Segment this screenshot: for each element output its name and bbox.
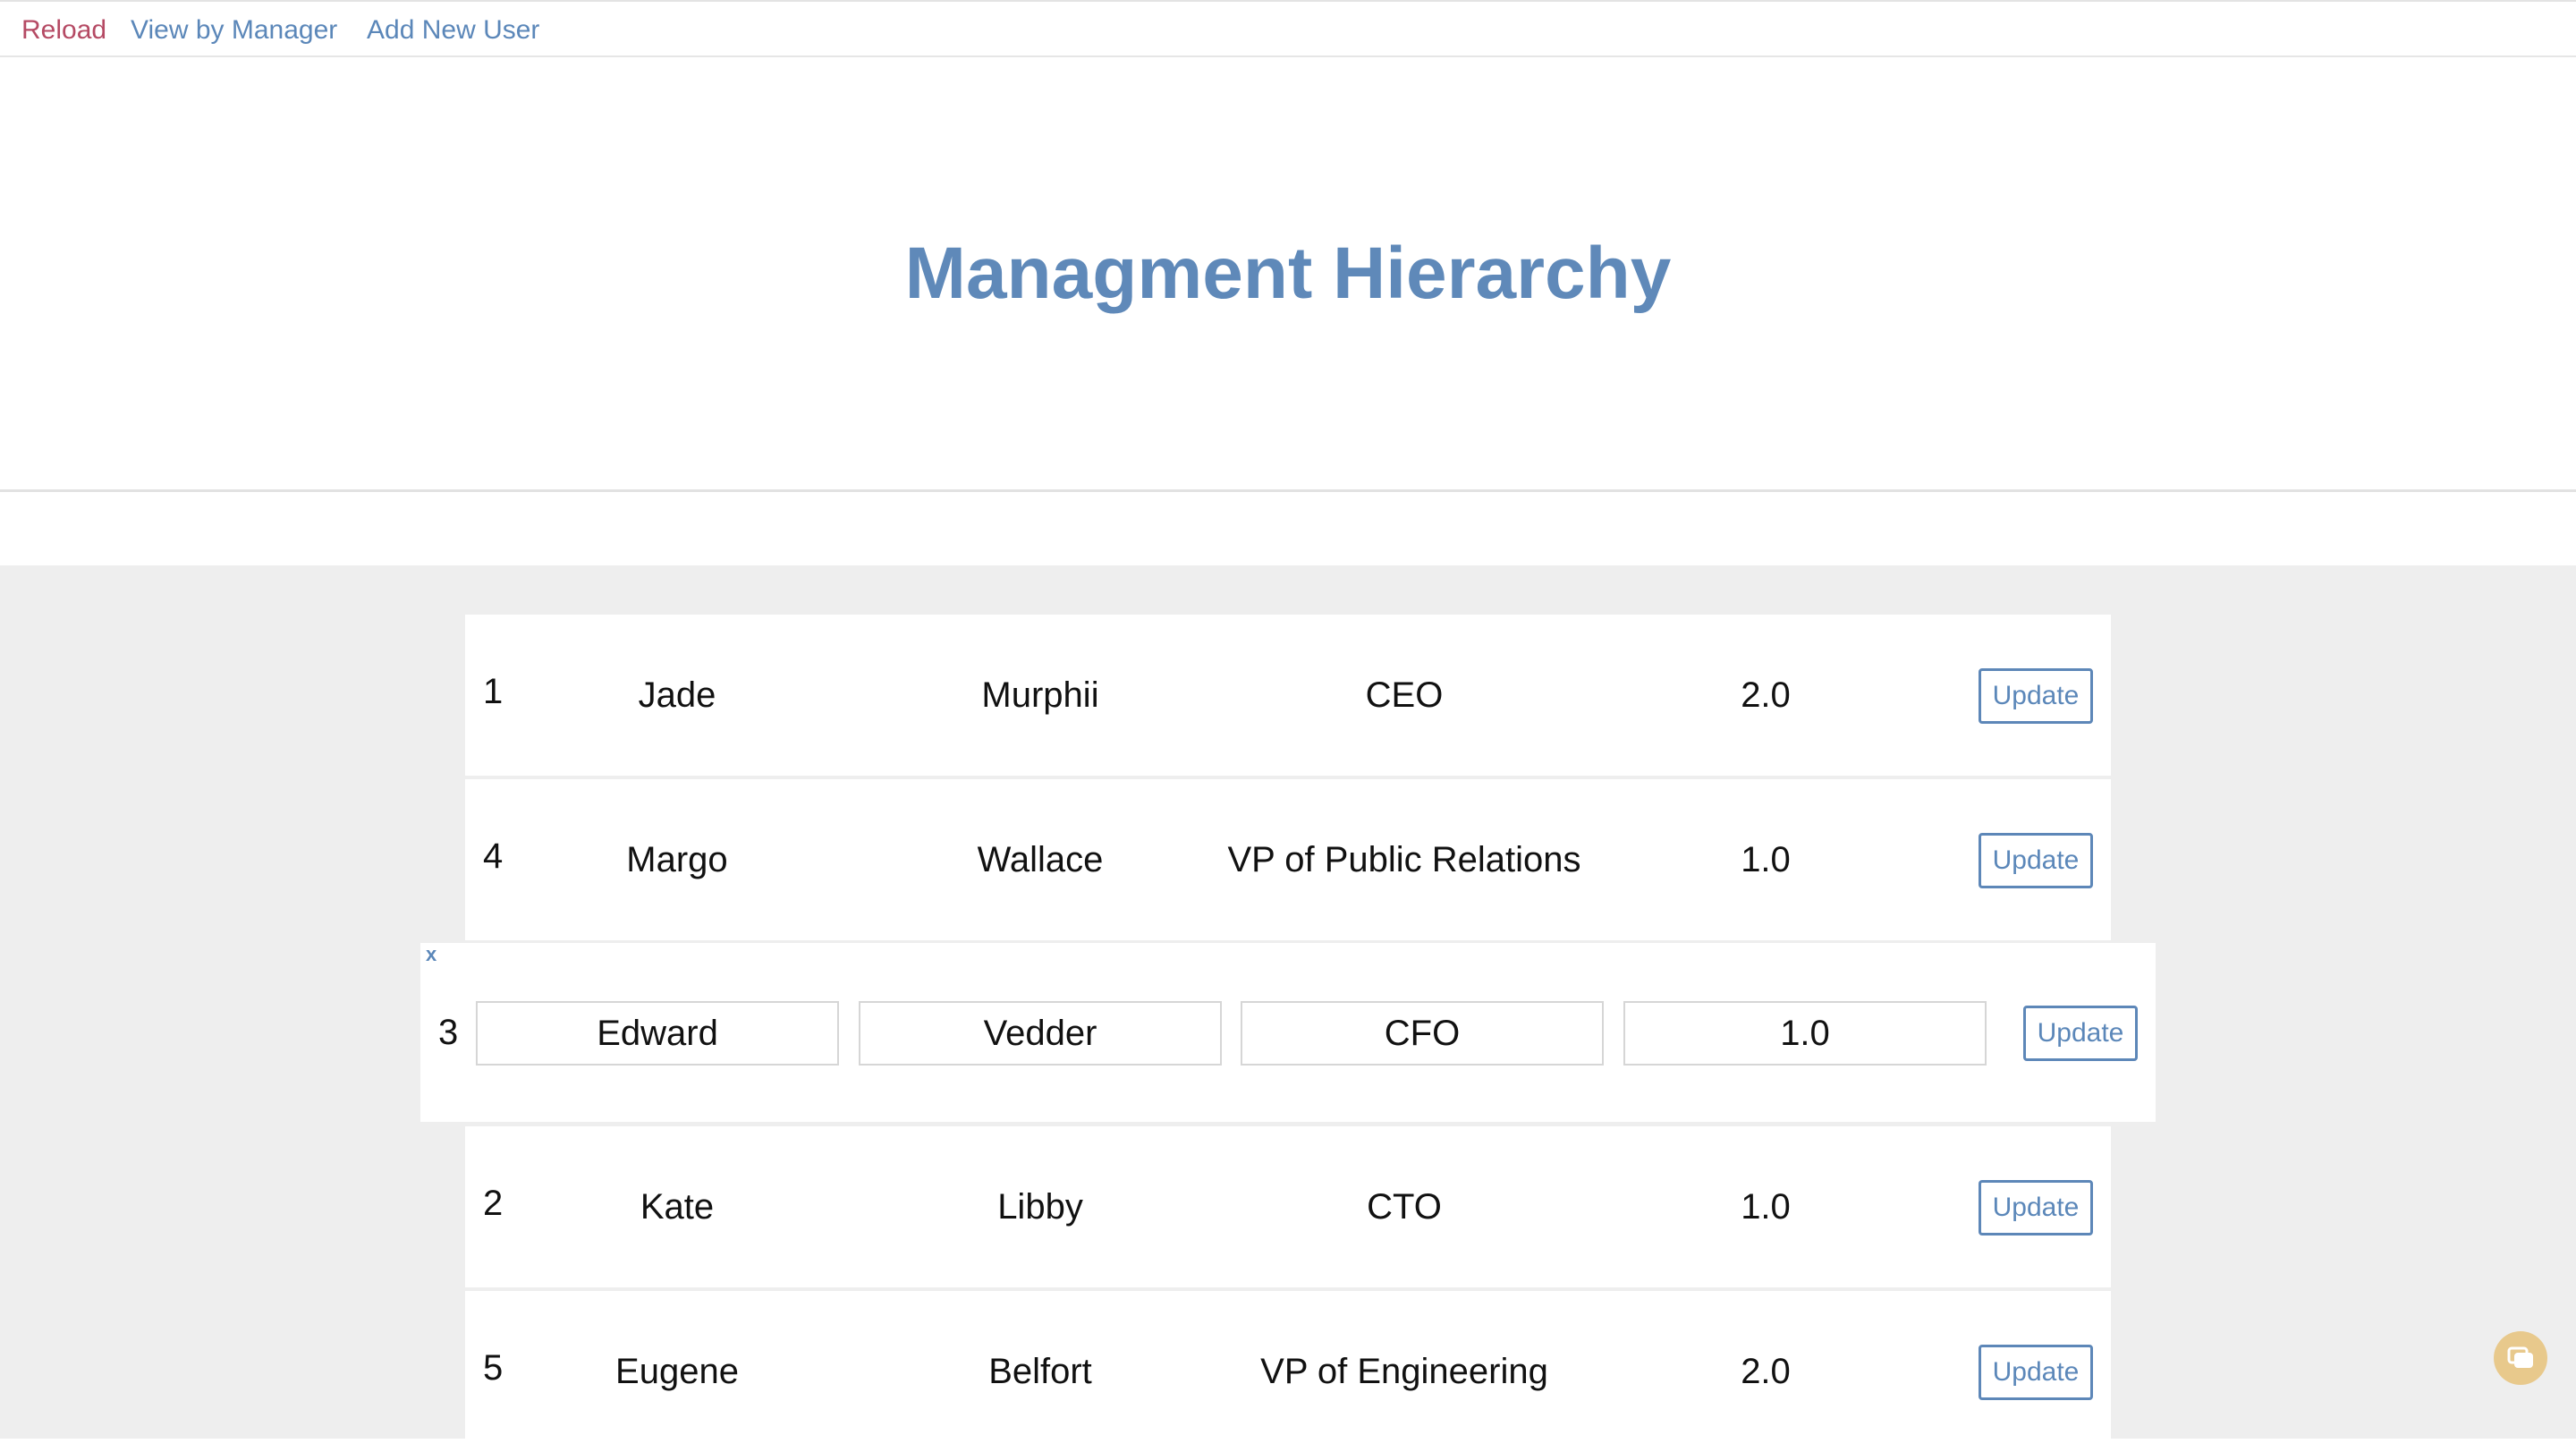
employee-title: VP of Engineering (1260, 1352, 1548, 1391)
employee-last-name: Murphii (981, 675, 1099, 715)
rank-input[interactable] (1623, 1001, 1987, 1066)
employee-rank: 1.0 (1741, 840, 1791, 879)
nav-view-by-manager-link[interactable]: View by Manager (131, 14, 337, 47)
nav-add-new-user-link[interactable]: Add New User (367, 14, 539, 47)
employee-first-name: Kate (640, 1187, 715, 1227)
employee-id: 5 (483, 1348, 504, 1388)
employee-last-name: Libby (997, 1187, 1083, 1227)
employee-title: CEO (1365, 675, 1444, 715)
employee-id: 2 (483, 1184, 504, 1223)
employee-first-name: Jade (638, 675, 716, 715)
employee-rank: 2.0 (1741, 675, 1791, 715)
chat-widget-button[interactable] (2494, 1331, 2547, 1385)
employee-rank: 1.0 (1741, 1187, 1791, 1227)
navbar: Reload View by Manager Add New User (0, 2, 2576, 57)
update-button[interactable]: Update (1979, 833, 2093, 888)
close-edit-icon[interactable]: x (426, 943, 436, 966)
page-title: Managment Hierarchy (904, 233, 1672, 314)
update-button[interactable]: Update (1979, 668, 2093, 724)
employee-first-name: Margo (626, 840, 728, 879)
employee-list: 1 Jade Murphii CEO 2.0 Update 4 Margo Wa… (0, 565, 2576, 1439)
employee-first-name: Eugene (615, 1352, 739, 1391)
update-button[interactable]: Update (1979, 1345, 2093, 1400)
employee-row: 5 Eugene Belfort VP of Engineering 2.0 U… (465, 1291, 2111, 1439)
employee-last-name: Belfort (988, 1352, 1092, 1391)
chat-bubble-icon (2507, 1346, 2533, 1368)
page-header: Managment Hierarchy (0, 57, 2576, 492)
employee-title: VP of Public Relations (1227, 840, 1581, 879)
title-input[interactable] (1241, 1001, 1604, 1066)
employee-row: 2 Kate Libby CTO 1.0 Update (465, 1126, 2111, 1287)
first-name-input[interactable] (476, 1001, 839, 1066)
nav-reload-link[interactable]: Reload (21, 14, 106, 47)
employee-row: 4 Margo Wallace VP of Public Relations 1… (465, 779, 2111, 940)
employee-id: 1 (483, 672, 504, 711)
employee-row: 1 Jade Murphii CEO 2.0 Update (465, 615, 2111, 776)
update-button[interactable]: Update (1979, 1180, 2093, 1235)
last-name-input[interactable] (859, 1001, 1222, 1066)
employee-row-editing: x 3 Update (420, 943, 2156, 1122)
employee-title: CTO (1367, 1187, 1442, 1227)
employee-last-name: Wallace (977, 840, 1104, 879)
update-button[interactable]: Update (2023, 1006, 2138, 1061)
employee-id: 4 (483, 836, 504, 876)
employee-id: 3 (438, 1013, 459, 1052)
employee-rank: 2.0 (1741, 1352, 1791, 1391)
